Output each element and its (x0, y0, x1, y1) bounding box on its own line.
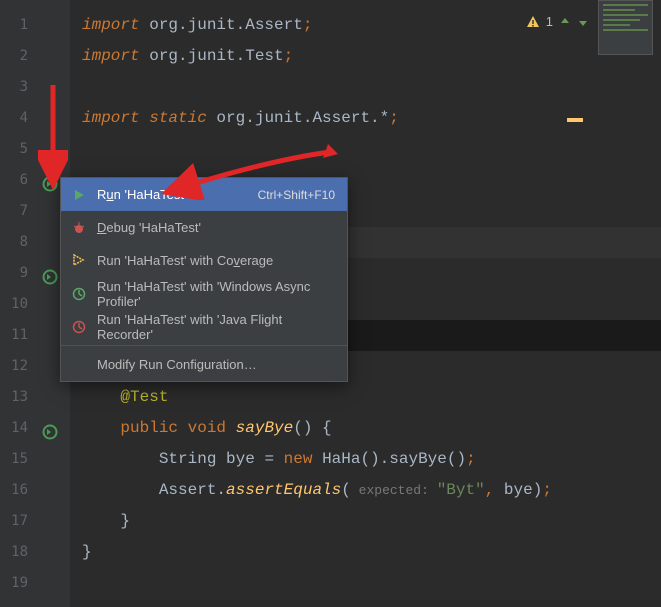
run-context-menu: Run 'HaHaTest' Ctrl+Shift+F10 Debug 'HaH… (60, 177, 348, 382)
punct: . (216, 481, 226, 499)
class-ref: HaHa (322, 450, 360, 468)
line-number: 1 (0, 10, 70, 41)
var: bye (504, 481, 533, 499)
punct: ; (389, 109, 399, 127)
arrow-up-icon[interactable] (559, 16, 571, 28)
minimap[interactable] (598, 0, 653, 55)
class-ref: Assert (159, 481, 217, 499)
line-number: 15 (0, 444, 70, 475)
method-call: assertEquals (226, 481, 341, 499)
punct: ; (466, 450, 476, 468)
code-text: = (255, 450, 284, 468)
menu-jfr[interactable]: Run 'HaHaTest' with 'Java Flight Recorde… (61, 310, 347, 343)
arrow-down-icon[interactable] (577, 16, 589, 28)
punct: ; (284, 47, 294, 65)
warning-icon (526, 15, 540, 29)
method-name: sayBye (236, 419, 294, 437)
line-number: 4 (0, 103, 70, 134)
keyword: void (188, 419, 236, 437)
profiler-icon (71, 286, 87, 302)
menu-modify-config[interactable]: Modify Run Configuration… (61, 348, 347, 381)
punct: , (485, 481, 504, 499)
type: String (159, 450, 226, 468)
line-number: 14 (0, 413, 70, 444)
menu-debug[interactable]: Debug 'HaHaTest' (61, 211, 347, 244)
keyword: import (82, 47, 140, 65)
code-text: org.junit.Test (140, 47, 284, 65)
run-test-gutter-icon[interactable] (42, 421, 58, 437)
shortcut: Ctrl+Shift+F10 (258, 188, 335, 202)
line-number: 16 (0, 475, 70, 506)
brace: } (120, 512, 130, 530)
keyword: public (120, 419, 187, 437)
var: bye (226, 450, 255, 468)
annotation: @Test (120, 388, 168, 406)
run-test-gutter-icon[interactable] (42, 266, 58, 282)
highlight-marker (567, 118, 583, 122)
punct: ( (341, 481, 351, 499)
warning-count: 1 (546, 14, 553, 29)
inspection-widget[interactable]: 1 (526, 14, 589, 29)
punct: ; (542, 481, 552, 499)
punct: ; (303, 16, 313, 34)
bug-icon (71, 220, 87, 236)
keyword: new (284, 450, 322, 468)
param-hint: expected: (351, 483, 437, 498)
line-number: 2 (0, 41, 70, 72)
menu-coverage[interactable]: Run 'HaHaTest' with Coverage (61, 244, 347, 277)
keyword: import static (82, 109, 207, 127)
run-icon (71, 187, 87, 203)
line-number: 17 (0, 506, 70, 537)
code-text: org.junit.Assert (140, 16, 303, 34)
keyword: import (82, 16, 140, 34)
line-number: 18 (0, 537, 70, 568)
menu-separator (61, 345, 347, 346)
line-number: 5 (0, 134, 70, 165)
line-number: 3 (0, 72, 70, 103)
profiler-icon (71, 319, 87, 335)
brace: } (82, 543, 92, 561)
coverage-icon (71, 253, 87, 269)
string: "Byt" (437, 481, 485, 499)
code-text: ().sayBye() (360, 450, 466, 468)
line-number: 13 (0, 382, 70, 413)
run-test-gutter-icon[interactable] (42, 173, 58, 189)
punct: ) (533, 481, 543, 499)
menu-run[interactable]: Run 'HaHaTest' Ctrl+Shift+F10 (61, 178, 347, 211)
menu-async-profiler[interactable]: Run 'HaHaTest' with 'Windows Async Profi… (61, 277, 347, 310)
line-number: 19 (0, 568, 70, 599)
code-text: org.junit.Assert.* (207, 109, 389, 127)
code-text: () { (293, 419, 331, 437)
